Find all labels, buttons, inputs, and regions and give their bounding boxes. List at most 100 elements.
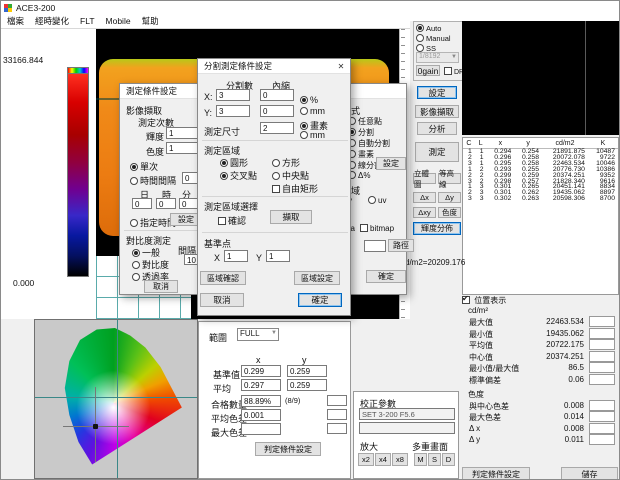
calib-preset2-field bbox=[359, 422, 455, 434]
menu-help[interactable]: 幫助 bbox=[142, 15, 159, 27]
ref-y-field[interactable]: 0.259 bbox=[287, 365, 327, 377]
shutter-speed-value: 1/8192 bbox=[419, 53, 440, 60]
dialog-title-bar[interactable]: 分割測定條件設定 ✕ bbox=[198, 59, 350, 74]
radio-ss[interactable]: SS bbox=[416, 44, 463, 52]
method-pixel-radio[interactable]: 畫素 bbox=[348, 149, 374, 160]
area-circle-radio[interactable]: 圓形 bbox=[220, 156, 248, 169]
method-split-radio[interactable]: 分割 bbox=[348, 127, 374, 138]
menu-file[interactable]: 檔案 bbox=[7, 15, 24, 27]
ref-point-label: 基準点 bbox=[204, 237, 231, 250]
chevron-down-icon: ▼ bbox=[271, 330, 277, 336]
ref-x-field[interactable]: 1 bbox=[224, 250, 248, 262]
area-cross-radio[interactable]: 交叉點 bbox=[220, 169, 257, 182]
split-ok-button[interactable]: 確定 bbox=[298, 293, 342, 307]
center-label: 中央點 bbox=[282, 171, 309, 181]
size-mm-radio[interactable]: mm bbox=[300, 130, 325, 140]
bitmap-checkbox[interactable]: bitmap bbox=[360, 224, 394, 233]
y-inset-field[interactable]: 0 bbox=[260, 105, 294, 117]
measure-button[interactable]: 測定 bbox=[415, 142, 459, 162]
radio-auto[interactable]: Auto bbox=[416, 24, 463, 32]
area-center-radio[interactable]: 中央點 bbox=[272, 169, 309, 182]
zero-gain-button[interactable]: 0gain bbox=[416, 65, 440, 76]
area-square-radio[interactable]: 方形 bbox=[272, 156, 300, 169]
y-div-field[interactable]: 3 bbox=[216, 105, 250, 117]
view-3d-button[interactable]: 立體圖 bbox=[413, 173, 436, 184]
normal-label: 一般 bbox=[142, 248, 160, 258]
multi-d-button[interactable]: D bbox=[442, 453, 455, 466]
judge-condition-button[interactable]: 判定條件設定 bbox=[462, 467, 530, 480]
zoom-x8-button[interactable]: x8 bbox=[392, 453, 408, 466]
range-select[interactable]: FULL▼ bbox=[237, 328, 279, 341]
shutter-speed-select[interactable]: 1/8192▼ bbox=[416, 52, 459, 63]
pass-ratio-label: (8/9) bbox=[285, 396, 300, 405]
save-button[interactable]: 儲存 bbox=[561, 467, 618, 480]
contour-button[interactable]: 等高線 bbox=[438, 173, 461, 184]
position-display-checkbox[interactable]: 位置表示 bbox=[462, 295, 620, 306]
chromaticity-button[interactable]: 色度 bbox=[438, 207, 461, 218]
menu-mobile[interactable]: Mobile bbox=[106, 16, 131, 26]
cond-cancel-button[interactable]: 取消 bbox=[144, 280, 178, 293]
stat-flag-box bbox=[589, 434, 615, 445]
table-header: C L x y cd/m2 K bbox=[463, 138, 618, 149]
circle-radio-icon bbox=[220, 159, 228, 167]
judge-condition-button-2[interactable]: 判定條件設定 bbox=[255, 442, 321, 456]
area-set-button[interactable]: 區域設定 bbox=[294, 271, 340, 285]
avg-y-field[interactable]: 0.259 bbox=[287, 379, 327, 391]
ref-y-field[interactable]: 1 bbox=[266, 250, 290, 262]
hour-field[interactable]: 0 bbox=[156, 198, 176, 209]
x-inset-field[interactable]: 0 bbox=[260, 89, 294, 101]
multi-m-button[interactable]: M bbox=[414, 453, 427, 466]
delta-xy-button[interactable]: Δxy bbox=[413, 207, 436, 218]
square-radio-icon bbox=[272, 159, 280, 167]
delta-y-button[interactable]: Δy bbox=[438, 192, 461, 203]
menu-flt[interactable]: FLT bbox=[80, 16, 94, 26]
stat-row: 與中心色差 0.008 bbox=[462, 400, 620, 412]
inset-mm-radio[interactable]: mm bbox=[300, 106, 325, 116]
x-div-field[interactable]: 3 bbox=[216, 89, 250, 101]
settings-button[interactable]: 設定 bbox=[417, 86, 457, 99]
method-any-radio[interactable]: 任意點 bbox=[348, 116, 382, 127]
close-icon[interactable]: ✕ bbox=[332, 59, 350, 73]
zoom-x2-button[interactable]: x2 bbox=[358, 453, 374, 466]
max-diff-field[interactable] bbox=[241, 423, 281, 435]
radio-manual[interactable]: Manual bbox=[416, 34, 463, 42]
size-field[interactable]: 2 bbox=[260, 122, 294, 134]
multi-s-button[interactable]: S bbox=[428, 453, 441, 466]
area-confirm-button[interactable]: 區域確認 bbox=[200, 271, 246, 285]
confirm-checkbox[interactable]: 確認 bbox=[218, 214, 246, 227]
avg-x-field[interactable]: 0.297 bbox=[241, 379, 281, 391]
image-capture-button[interactable]: 影像擷取 bbox=[415, 105, 459, 118]
position-display-check-icon bbox=[462, 296, 470, 304]
analyze-button[interactable]: 分析 bbox=[417, 122, 457, 135]
method-dpct-radio[interactable]: Δ% bbox=[348, 171, 370, 180]
menu-time-variation[interactable]: 經時變化 bbox=[35, 15, 69, 27]
table-row[interactable]: 330.302 0.26320598.3068700 bbox=[463, 196, 618, 202]
zoom-x4-button[interactable]: x4 bbox=[375, 453, 391, 466]
table-body[interactable]: 110.294 0.25421891.87510487 210.296 0.25… bbox=[463, 149, 618, 203]
area-select-group-label: 測定區域選擇 bbox=[204, 200, 258, 213]
method-auto-radio[interactable]: 自動分割 bbox=[348, 138, 390, 149]
path-button[interactable]: 路徑 bbox=[388, 239, 414, 252]
coord-uv-radio[interactable]: uv bbox=[368, 196, 386, 205]
cond-ok-button[interactable]: 確定 bbox=[366, 270, 406, 283]
exposure-group: Auto Manual SS 1/8192▼ 0gain DR bbox=[413, 21, 464, 81]
cross-radio-icon bbox=[220, 172, 228, 180]
ref-y-label: Y bbox=[256, 253, 262, 263]
free-rect-check-icon bbox=[272, 185, 280, 193]
circle-label: 圓形 bbox=[230, 158, 248, 168]
delta-x-button[interactable]: Δx bbox=[413, 192, 436, 203]
ref-x-field[interactable]: 0.299 bbox=[241, 365, 281, 377]
inset-pct-radio[interactable]: % bbox=[300, 95, 318, 105]
free-rect-checkbox[interactable]: 自由矩形 bbox=[272, 182, 318, 195]
minute-field[interactable]: 0 bbox=[179, 198, 199, 209]
split-cancel-button[interactable]: 取消 bbox=[200, 293, 244, 307]
single-radio[interactable]: 單次 bbox=[130, 160, 158, 173]
day-field[interactable]: 0 bbox=[132, 198, 152, 209]
max-diff-flag-box bbox=[327, 423, 347, 434]
luminance-dist-button[interactable]: 輝度分佈 bbox=[413, 222, 461, 235]
interval-radio[interactable]: 時間間隔 bbox=[130, 174, 176, 187]
method-dpct-label: Δ% bbox=[358, 171, 370, 180]
region-set-button[interactable]: 設定 bbox=[376, 157, 406, 170]
capture-area-button[interactable]: 擷取 bbox=[270, 210, 312, 224]
path-field[interactable] bbox=[364, 240, 386, 252]
